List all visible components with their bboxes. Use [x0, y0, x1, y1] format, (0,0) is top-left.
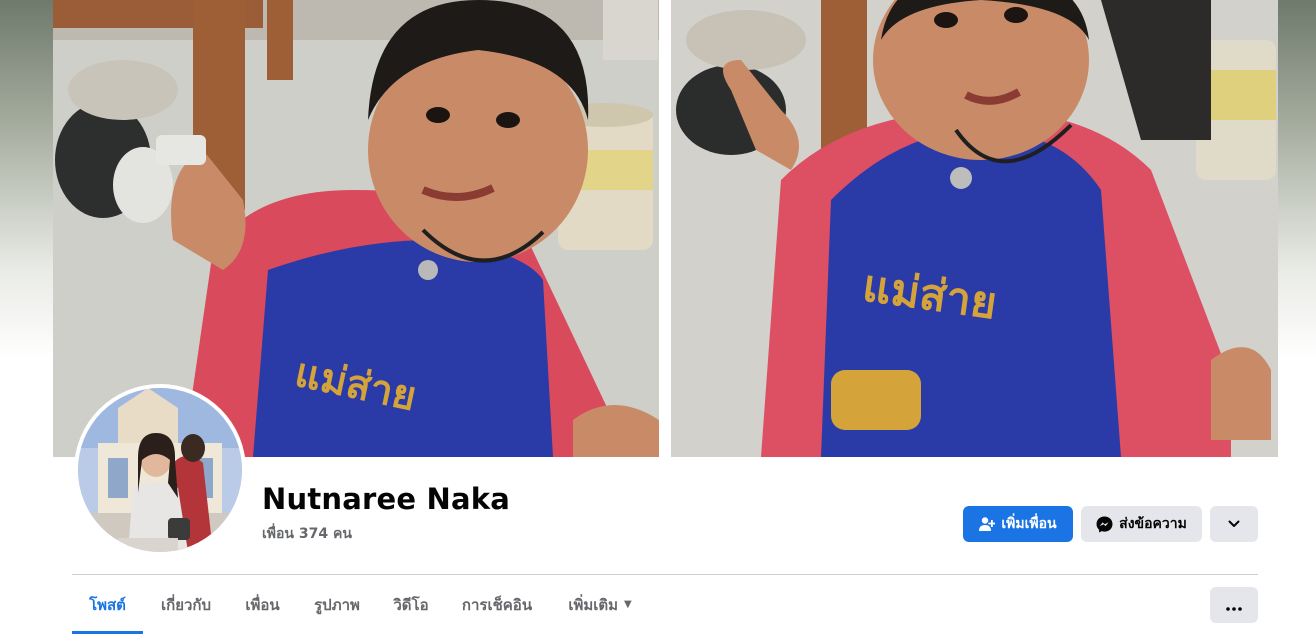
friends-count[interactable]: เพื่อน 374 คน — [262, 523, 352, 545]
cover-photo-right: แม่ส่าย — [671, 0, 1278, 457]
tab-label: โพสต์ — [89, 595, 126, 614]
ellipsis-icon — [1226, 596, 1242, 615]
avatar — [78, 388, 242, 552]
add-friend-icon — [979, 516, 996, 532]
tab-checkins[interactable]: การเช็คอิน — [444, 575, 550, 634]
tabs-more-button[interactable] — [1210, 587, 1258, 623]
tab-videos[interactable]: วิดีโอ — [378, 575, 444, 634]
messenger-icon — [1096, 516, 1113, 533]
message-label: ส่งข้อความ — [1119, 516, 1187, 532]
add-friend-label: เพิ่มเพื่อน — [1001, 516, 1057, 532]
message-button[interactable]: ส่งข้อความ — [1081, 506, 1202, 542]
tab-label: วิดีโอ — [393, 595, 429, 614]
add-friend-button[interactable]: เพิ่มเพื่อน — [963, 506, 1073, 542]
profile-avatar[interactable] — [74, 384, 246, 556]
chevron-down-icon — [1228, 516, 1240, 532]
tab-photos[interactable]: รูปภาพ — [296, 575, 378, 634]
tab-label: การเช็คอิน — [461, 595, 533, 614]
tab-label: เพิ่มเติม — [568, 595, 618, 614]
cover-photo[interactable]: แม่ส่าย แม่ส่าย — [53, 0, 1278, 457]
tab-about[interactable]: เกี่ยวกับ — [143, 575, 229, 634]
more-options-button[interactable] — [1210, 506, 1258, 542]
tab-label: เพื่อน — [245, 595, 280, 614]
tab-posts[interactable]: โพสต์ — [72, 575, 143, 634]
caret-down-icon: ▼ — [623, 599, 632, 610]
tab-label: รูปภาพ — [314, 595, 360, 614]
tab-friends[interactable]: เพื่อน — [229, 575, 296, 634]
tab-label: เกี่ยวกับ — [160, 595, 212, 614]
profile-name: Nutnaree Naka — [262, 482, 511, 516]
tab-more[interactable]: เพิ่มเติม ▼ — [550, 575, 650, 634]
